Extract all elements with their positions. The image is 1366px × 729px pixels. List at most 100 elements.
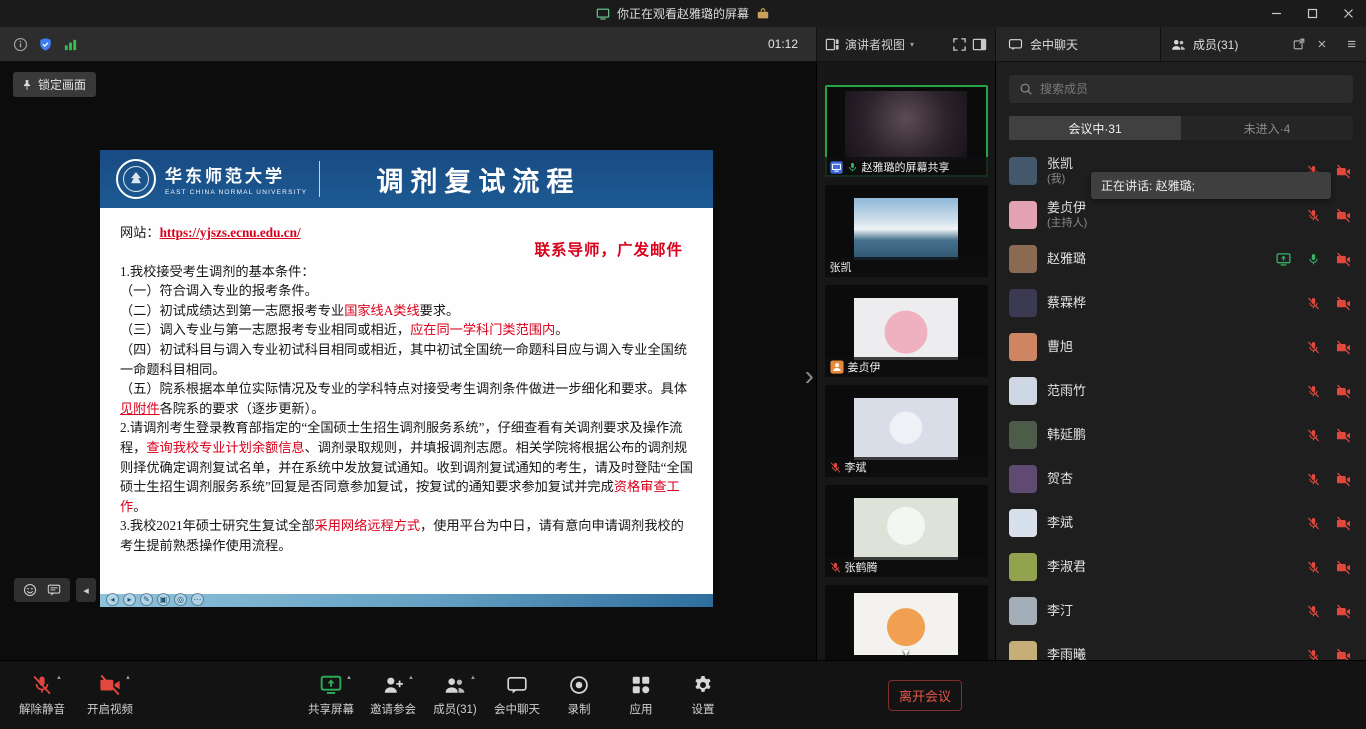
member-tab[interactable]: 会议中·31 — [1009, 116, 1181, 140]
fullscreen-icon[interactable] — [952, 37, 967, 52]
toolbar-start-video-button[interactable]: ▲开启视频 — [82, 674, 138, 717]
camera-off-icon[interactable] — [1336, 516, 1351, 531]
camera-off-icon[interactable] — [1336, 560, 1351, 575]
camera-off-icon[interactable] — [1336, 208, 1351, 223]
lock-view-button[interactable]: 锁定画面 — [13, 72, 96, 97]
member-row[interactable]: 赵雅璐 — [1009, 237, 1353, 281]
member-row[interactable]: 蔡霖桦 — [1009, 281, 1353, 325]
thumbnail-video-preview — [854, 298, 958, 360]
toolbox-icon[interactable] — [756, 7, 770, 21]
camera-off-icon[interactable] — [1336, 472, 1351, 487]
avatar — [1009, 465, 1037, 493]
toolbar-settings-button[interactable]: 设置 — [675, 674, 731, 717]
panel-menu-icon[interactable]: ≡ — [1347, 36, 1356, 53]
member-row[interactable]: 韩延鹏 — [1009, 413, 1353, 457]
mic-on-icon[interactable] — [1307, 253, 1320, 266]
mic-muted-icon[interactable] — [1307, 561, 1320, 574]
camera-off-icon[interactable] — [1336, 604, 1351, 619]
camera-off-icon[interactable] — [1336, 340, 1351, 355]
dropdown-caret-icon[interactable]: ▲ — [125, 675, 131, 681]
member-tabs: 会议中·31未进入·4 — [1009, 116, 1353, 140]
dropdown-caret-icon[interactable]: ▲ — [408, 675, 414, 681]
network-signal-icon — [63, 37, 78, 52]
mic-muted-icon[interactable] — [1307, 341, 1320, 354]
camera-off-icon[interactable] — [1336, 252, 1351, 267]
toolbar-record-button[interactable]: 录制 — [551, 674, 607, 717]
website-url[interactable]: https://yjszs.ecnu.edu.cn/ — [160, 225, 301, 240]
mic-muted-icon[interactable] — [1307, 209, 1320, 222]
mic-muted-icon[interactable] — [1307, 517, 1320, 530]
member-row[interactable]: 李雨曦 — [1009, 633, 1353, 660]
member-row[interactable]: 李淑君 — [1009, 545, 1353, 589]
mic-muted-icon[interactable] — [1307, 649, 1320, 661]
view-layout-icon[interactable] — [825, 37, 840, 52]
emoji-reaction-icon[interactable] — [23, 583, 37, 597]
record-icon — [568, 674, 590, 696]
university-logo — [116, 159, 156, 199]
slide-pen-icon[interactable]: ✎ — [140, 593, 153, 606]
dropdown-caret-icon[interactable]: ▲ — [470, 675, 476, 681]
popout-panel-icon[interactable] — [1292, 37, 1306, 51]
member-name-block: 赵雅璐 — [1047, 252, 1086, 266]
toolbar-members-button[interactable]: ▲成员(31) — [427, 674, 483, 717]
mic-muted-icon[interactable] — [1307, 473, 1320, 486]
member-search-box[interactable] — [1009, 75, 1353, 103]
dropdown-caret-icon[interactable]: ▲ — [346, 675, 352, 681]
slide-pages-icon[interactable]: ▣ — [157, 593, 170, 606]
member-search-input[interactable] — [1040, 82, 1343, 96]
member-row[interactable]: 曹旭 — [1009, 325, 1353, 369]
collapse-toolbar-button[interactable]: ◂ — [76, 578, 96, 602]
close-window-icon[interactable] — [1330, 0, 1366, 27]
slide-more-icon[interactable]: ⋯ — [191, 593, 204, 606]
member-row[interactable]: 李斌 — [1009, 501, 1353, 545]
camera-off-icon[interactable] — [1336, 428, 1351, 443]
annotation-comment-icon[interactable] — [47, 583, 61, 597]
mic-muted-icon[interactable] — [1307, 297, 1320, 310]
chat-panel-header[interactable]: 会中聊天 — [995, 27, 1160, 61]
camera-off-icon[interactable] — [1336, 164, 1351, 179]
slide-next-icon[interactable]: ▸ — [123, 593, 136, 606]
mic-muted-icon[interactable] — [1307, 429, 1320, 442]
slide-zoom-icon[interactable]: ◎ — [174, 593, 187, 606]
meeting-info-icon[interactable] — [13, 37, 28, 52]
security-shield-icon[interactable] — [38, 37, 53, 52]
member-row[interactable]: 贺杏 — [1009, 457, 1353, 501]
leave-meeting-button[interactable]: 离开会议 — [888, 680, 962, 711]
camera-off-icon[interactable] — [1336, 648, 1351, 661]
minimize-icon[interactable] — [1258, 0, 1294, 27]
dropdown-caret-icon[interactable]: ▲ — [56, 675, 62, 681]
toolbar-invite-button[interactable]: ▲邀请参会 — [365, 674, 421, 717]
view-mode-label[interactable]: 演讲者视图 — [845, 36, 905, 53]
member-tab[interactable]: 未进入·4 — [1181, 116, 1353, 140]
scroll-more-thumbnails-icon[interactable]: ▾ — [903, 645, 909, 659]
member-row[interactable]: 姜贞伊(主持人) — [1009, 193, 1353, 237]
panel-layout-icon[interactable] — [972, 37, 987, 52]
maximize-icon[interactable] — [1294, 0, 1330, 27]
expand-panel-chevron-icon[interactable]: › — [805, 362, 814, 390]
member-row[interactable]: 范雨竹 — [1009, 369, 1353, 413]
members-panel-title: 成员(31) — [1193, 36, 1238, 53]
members-panel-header[interactable]: 成员(31) × ≡ — [1160, 27, 1366, 61]
toolbar-chat-button[interactable]: 会中聊天 — [489, 674, 545, 717]
camera-off-icon[interactable] — [1336, 384, 1351, 399]
video-thumbnail[interactable]: 赵雅璐的屏幕共享 — [825, 85, 988, 177]
video-thumbnail[interactable]: 张鹤腾 — [825, 485, 988, 577]
video-thumbnail[interactable]: 姜贞伊 — [825, 285, 988, 377]
video-thumbnail[interactable]: 张凯 — [825, 185, 988, 277]
screen-share-icon — [830, 161, 843, 174]
video-thumbnail[interactable]: 李斌 — [825, 385, 988, 477]
slide-prev-icon[interactable]: ◂ — [106, 593, 119, 606]
close-panel-icon[interactable]: × — [1313, 36, 1330, 53]
camera-off-icon[interactable] — [1336, 296, 1351, 311]
toolbar-apps-button[interactable]: 应用 — [613, 674, 669, 717]
toolbar-unmute-button[interactable]: ▲解除静音 — [14, 674, 70, 717]
member-row[interactable]: 李汀 — [1009, 589, 1353, 633]
toolbar-label: 共享屏幕 — [308, 701, 354, 717]
mic-muted-icon[interactable] — [1307, 385, 1320, 398]
view-controls-section: 演讲者视图 ▾ — [816, 27, 995, 61]
slide-text-segment: 要求。 — [420, 303, 460, 318]
member-status-icons — [1307, 604, 1353, 619]
mic-muted-icon[interactable] — [1307, 605, 1320, 618]
toolbar-share-screen-button[interactable]: ▲ 共享屏幕 — [303, 674, 359, 717]
view-mode-caret-icon[interactable]: ▾ — [910, 40, 914, 49]
